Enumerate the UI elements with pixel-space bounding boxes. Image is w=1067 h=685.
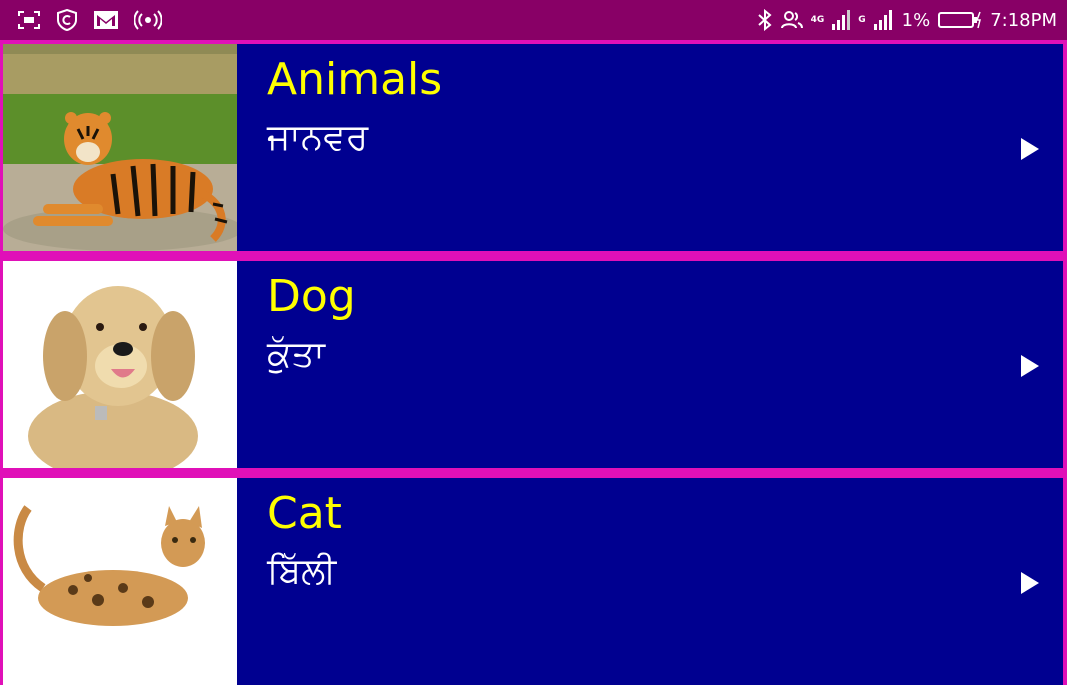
item-subtitle: ਜਾਨਵਰ	[267, 117, 369, 158]
network-g-label: G	[858, 15, 866, 25]
c-shield-icon	[56, 9, 78, 31]
status-right-icons: 4G G 1% 7:18PM	[757, 9, 1057, 31]
item-title: Animals	[267, 54, 443, 105]
play-arrow-icon[interactable]	[1021, 355, 1039, 377]
item-title: Cat	[267, 488, 342, 539]
play-arrow-icon[interactable]	[1021, 572, 1039, 594]
battery-percent: 1%	[901, 9, 931, 31]
play-arrow-icon[interactable]	[1021, 138, 1039, 160]
list-item-animals[interactable]: Animals ਜਾਨਵਰ	[3, 44, 1063, 251]
status-left-icons	[18, 9, 162, 31]
dog-image	[3, 261, 237, 468]
status-bar: 4G G 1% 7:18PM	[0, 0, 1067, 40]
network-4g-label: 4G	[810, 15, 825, 25]
signal-icon-2	[873, 10, 894, 30]
battery-icon	[938, 10, 982, 30]
contacts-icon	[780, 10, 803, 30]
screenshot-icon	[18, 11, 40, 29]
item-subtitle: ਬਿੱਲੀ	[267, 551, 337, 592]
category-list: Animals ਜਾਨਵਰ Dog ਕੁੱਤਾ Cat ਬਿੱਲੀ	[0, 40, 1067, 685]
item-subtitle: ਕੁੱਤਾ	[267, 334, 325, 375]
signal-icon	[832, 10, 851, 30]
hotspot-icon	[134, 10, 162, 30]
bluetooth-icon	[757, 9, 773, 31]
cat-image	[3, 478, 237, 685]
gmail-icon	[94, 11, 118, 29]
item-title: Dog	[267, 271, 356, 322]
list-item-cat[interactable]: Cat ਬਿੱਲੀ	[3, 478, 1063, 685]
tiger-image	[3, 44, 237, 251]
clock: 7:18PM	[990, 9, 1057, 31]
list-item-dog[interactable]: Dog ਕੁੱਤਾ	[3, 261, 1063, 468]
